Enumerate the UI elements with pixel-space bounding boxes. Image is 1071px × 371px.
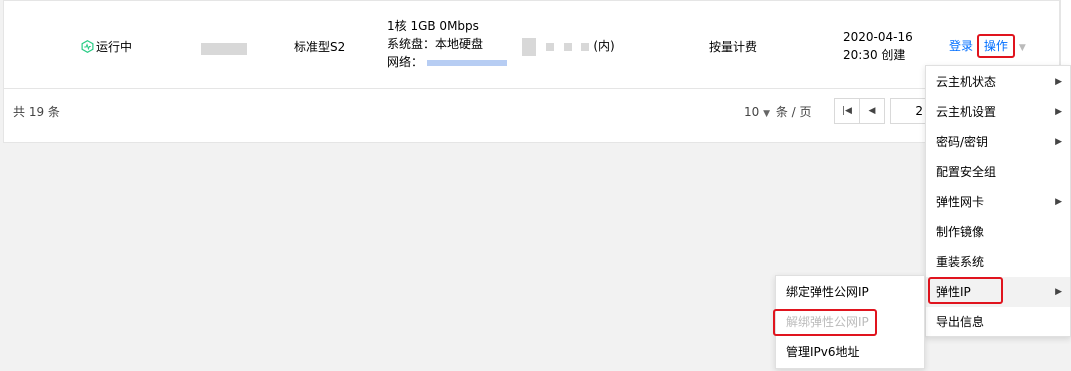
caret-down-icon: ▼ <box>1018 43 1026 53</box>
config-cpu-mem-bw: 1核 1GB 0Mbps <box>387 19 479 33</box>
billing-mode: 按量计费 <box>709 40 758 54</box>
menu-item-security-group[interactable]: 配置安全组 <box>926 157 1070 187</box>
menu-item-elastic-ip[interactable]: 弹性IP ▶ <box>926 277 1070 307</box>
config-disk: 系统盘：本地硬盘 <box>387 37 484 51</box>
menu-item-password-key[interactable]: 密码/密钥 ▶ <box>926 127 1070 157</box>
caret-right-icon: ▶ <box>1055 287 1062 297</box>
per-page-label: 条 / 页 <box>775 105 812 119</box>
menu-item-elastic-nic[interactable]: 弹性网卡 ▶ <box>926 187 1070 217</box>
page-size-value: 10 <box>744 105 760 119</box>
menu-item-instance-settings[interactable]: 云主机设置 ▶ <box>926 97 1070 127</box>
row-divider <box>4 88 1060 89</box>
instance-id-masked <box>201 39 247 57</box>
page-number-input[interactable]: 2 <box>890 98 930 124</box>
status-label: 运行中 <box>96 40 133 54</box>
menu-item-manage-ipv6[interactable]: 管理IPv6地址 <box>776 337 924 367</box>
status-cell: 运行中 <box>81 38 132 56</box>
page-size-select[interactable]: 10 ▼ 条 / 页 <box>744 103 812 123</box>
operate-menu: 云主机状态 ▶ 云主机设置 ▶ 密码/密钥 ▶ 配置安全组 弹性网卡 ▶ 制作镜像 重装… <box>925 65 1071 337</box>
first-page-button[interactable]: |◀ <box>834 98 860 124</box>
eip-submenu: 绑定弹性公网IP 解绑弹性公网IP 管理IPv6地址 <box>775 275 925 369</box>
total-count: 共 19 条 <box>13 105 60 119</box>
instance-ip: (内) <box>522 37 615 56</box>
caret-right-icon: ▶ <box>1055 197 1062 207</box>
created-time: 2020-04-16 20:30 创建 <box>843 28 913 64</box>
first-page-icon: |◀ <box>842 106 852 116</box>
menu-item-create-image[interactable]: 制作镜像 <box>926 217 1070 247</box>
menu-item-export-info[interactable]: 导出信息 <box>926 307 1070 337</box>
menu-item-reinstall[interactable]: 重装系统 <box>926 247 1070 277</box>
running-status-icon <box>81 40 94 53</box>
instance-table-panel: 运行中 标准型S2 1核 1GB 0Mbps 系统盘：本地硬盘 网络： (内) … <box>3 0 1060 143</box>
instance-config: 1核 1GB 0Mbps 系统盘：本地硬盘 网络： <box>387 17 508 71</box>
caret-right-icon: ▶ <box>1055 107 1062 117</box>
ip-type-label: (内) <box>593 39 615 53</box>
caret-right-icon: ▶ <box>1055 77 1062 87</box>
instance-spec: 标准型S2 <box>294 40 346 54</box>
menu-item-instance-status[interactable]: 云主机状态 ▶ <box>926 67 1070 97</box>
caret-right-icon: ▶ <box>1055 137 1062 147</box>
caret-down-icon: ▼ <box>763 109 771 119</box>
operate-button[interactable]: 操作 <box>976 34 1015 58</box>
row-actions: 登录 操作 ▼ <box>949 34 1026 58</box>
created-clock: 20:30 创建 <box>843 48 906 62</box>
prev-page-button[interactable]: ◀ <box>859 98 885 124</box>
login-link[interactable]: 登录 <box>949 39 973 53</box>
menu-item-unbind-eip[interactable]: 解绑弹性公网IP <box>776 307 924 337</box>
menu-item-bind-eip[interactable]: 绑定弹性公网IP <box>776 277 924 307</box>
config-network: 网络： <box>387 53 508 71</box>
prev-page-icon: ◀ <box>868 106 876 116</box>
created-date: 2020-04-16 <box>843 30 913 44</box>
